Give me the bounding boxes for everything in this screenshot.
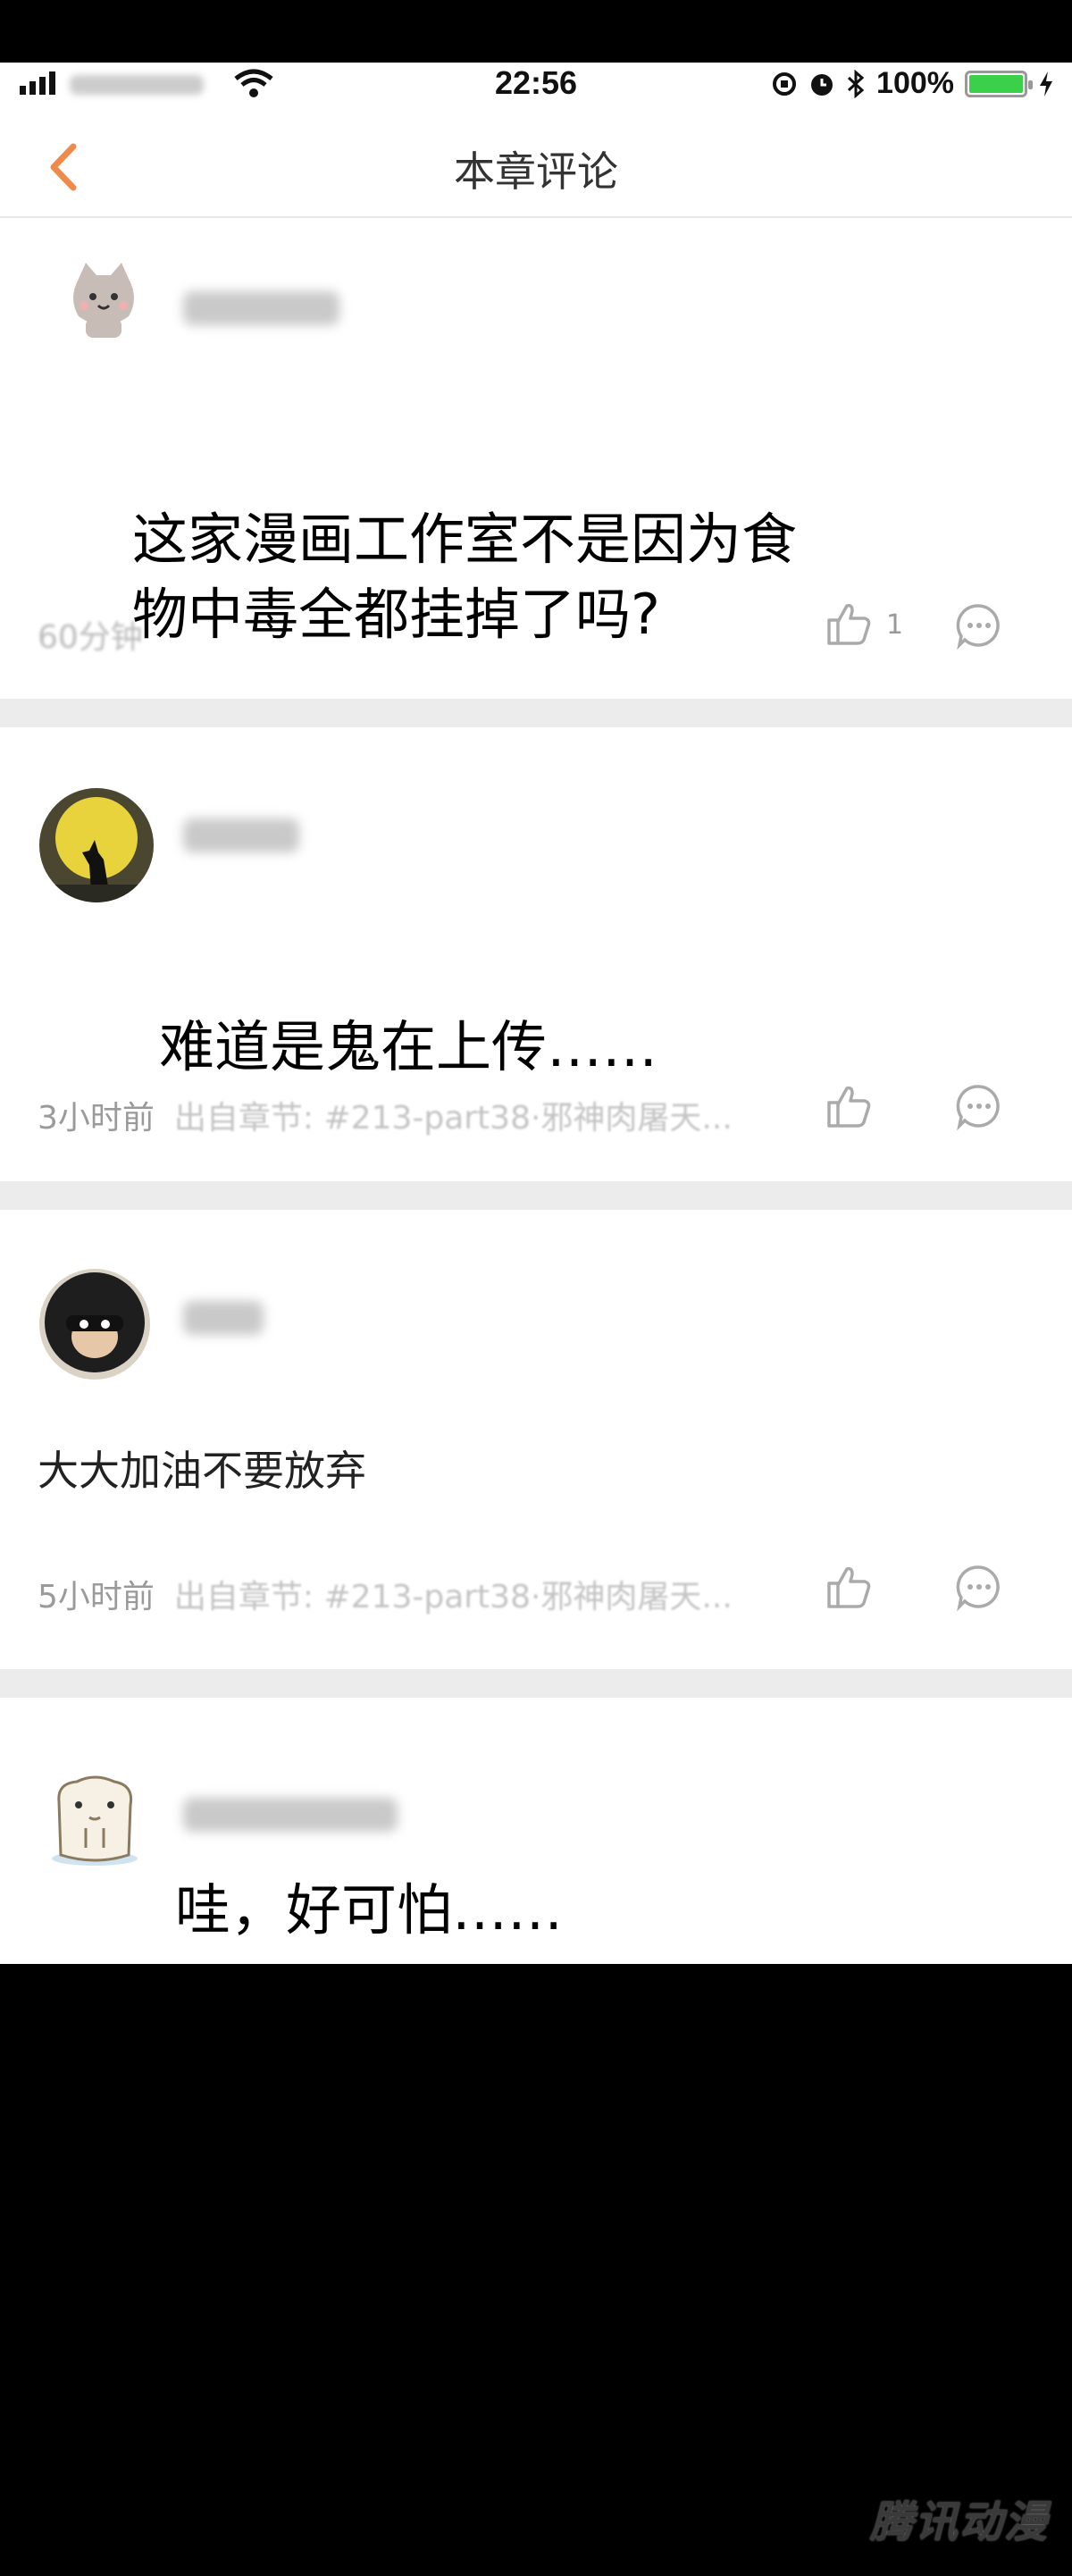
like-count: 1	[886, 609, 904, 641]
battery-percent: 100%	[876, 66, 954, 100]
comment-page: 22:56 100% 本章评论 这家漫画工作室不是因为食物中毒全都挂掉了吗? 6…	[0, 63, 1072, 1964]
chapter-source[interactable]: 出自章节: #213-part38·邪神肉屠天...	[174, 1100, 733, 1137]
nav-bar: 本章评论	[0, 118, 1072, 218]
comment-item: 大大加油不要放弃 5小时前 出自章节: #213-part38·邪神肉屠天...	[0, 1210, 1072, 1669]
comment-meta: 3小时前 出自章节: #213-part38·邪神肉屠天...	[38, 1092, 733, 1138]
user-avatar-hooded[interactable]	[39, 1269, 150, 1380]
status-bar: 22:56 100%	[0, 63, 1072, 107]
separator	[0, 1669, 1072, 1698]
rotation-lock-icon	[773, 71, 797, 96]
comment-time: 60分钟	[38, 619, 143, 656]
separator	[0, 699, 1072, 727]
comment-item: 哇，好可怕……	[0, 1698, 1072, 1964]
charging-icon	[1040, 71, 1052, 96]
username-blurred[interactable]	[183, 1301, 264, 1335]
publisher-watermark: 腾讯动漫	[869, 2497, 1049, 2547]
comment-meta: 5小时前 出自章节: #213-part38·邪神肉屠天...	[38, 1571, 733, 1617]
user-avatar-hamster[interactable]	[39, 1766, 150, 1876]
chapter-source[interactable]: 出自章节: #213-part38·邪神肉屠天...	[174, 1579, 733, 1615]
reply-icon[interactable]	[954, 1081, 1004, 1131]
username-blurred[interactable]	[183, 1798, 398, 1832]
comment-time: 3小时前	[38, 1100, 155, 1137]
comment-text: 难道是鬼在上传……	[159, 1014, 658, 1079]
comment-time: 5小时前	[38, 1579, 155, 1615]
comment-text: 这家漫画工作室不是因为食物中毒全都挂掉了吗?	[132, 507, 798, 647]
reply-icon[interactable]	[954, 1562, 1004, 1612]
comment-text: 哇，好可怕……	[175, 1877, 564, 1942]
like-icon[interactable]	[822, 1079, 875, 1133]
like-icon[interactable]	[822, 1560, 875, 1614]
page-title: 本章评论	[454, 147, 618, 196]
user-avatar-wolf-moon[interactable]	[39, 788, 154, 902]
separator	[0, 1181, 1072, 1210]
bluetooth-icon	[848, 69, 865, 98]
like-icon[interactable]	[822, 597, 875, 650]
user-avatar-cat[interactable]	[59, 254, 148, 343]
alarm-icon	[811, 73, 833, 96]
comment-item: 难道是鬼在上传…… 3小时前 出自章节: #213-part38·邪神肉屠天...	[0, 727, 1072, 1181]
username-blurred[interactable]	[183, 291, 339, 325]
comment-item: 这家漫画工作室不是因为食物中毒全都挂掉了吗? 60分钟 1	[0, 218, 1072, 699]
reply-icon[interactable]	[954, 600, 1004, 650]
battery-icon	[965, 70, 1033, 97]
username-blurred[interactable]	[183, 818, 299, 852]
comment-text: 大大加油不要放弃	[38, 1447, 366, 1495]
